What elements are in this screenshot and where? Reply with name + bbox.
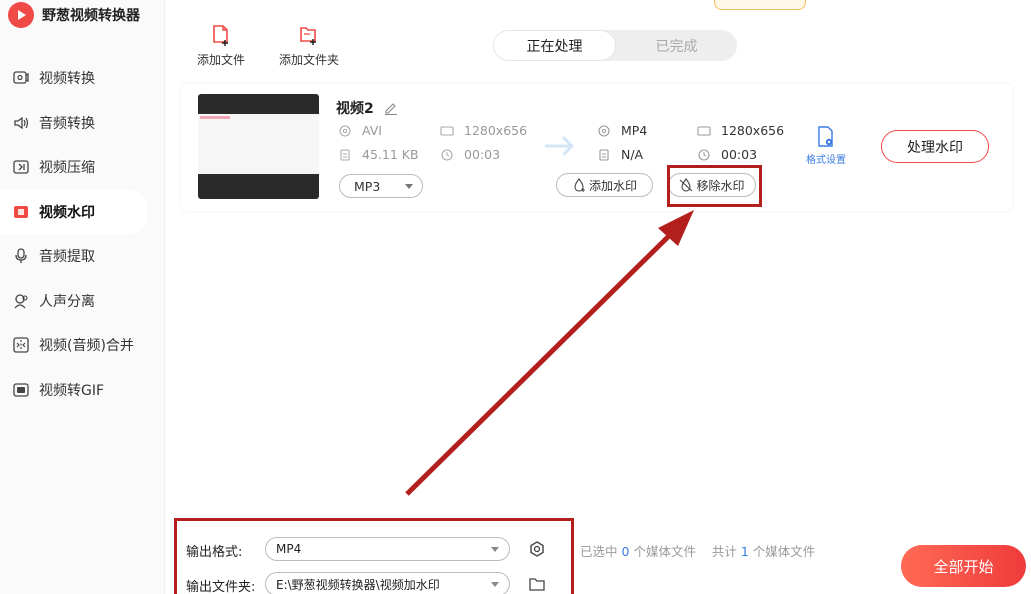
open-folder-button[interactable]	[527, 574, 547, 594]
folder-icon	[529, 578, 545, 591]
tab-completed[interactable]: 已完成	[616, 30, 737, 61]
format-icon	[597, 124, 611, 138]
output-format-label: 输出格式:	[186, 545, 243, 560]
sidebar-item-label: 音频转换	[39, 115, 95, 132]
app-title: 野葱视频转换器	[42, 8, 140, 24]
add-folder-icon	[298, 24, 320, 48]
output-folder-select[interactable]: E:\野葱视频转换器\视频加水印	[265, 572, 510, 594]
process-watermark-button[interactable]: 处理水印	[881, 130, 989, 163]
voice-separate-icon	[12, 292, 30, 310]
gear-icon	[530, 541, 544, 557]
output-settings-button[interactable]	[527, 539, 547, 559]
video-compress-icon	[12, 158, 30, 176]
sidebar-item-video-compress[interactable]: 视频压缩	[0, 145, 165, 190]
sidebar-item-label: 视频压缩	[39, 160, 95, 177]
clock-icon	[440, 148, 454, 162]
sidebar-item-label: 视频水印	[39, 204, 95, 221]
source-format: AVI	[338, 123, 382, 138]
add-folder-label: 添加文件夹	[279, 53, 340, 67]
file-name: 视频2	[336, 98, 398, 118]
format-icon	[338, 124, 352, 138]
add-watermark-icon	[572, 178, 586, 192]
file-size-icon	[338, 148, 352, 162]
output-folder-label: 输出文件夹:	[186, 580, 256, 594]
source-duration: 00:03	[440, 147, 500, 162]
sidebar-item-label: 视频(音频)合并	[39, 338, 134, 355]
sidebar-item-video-watermark[interactable]: 视频水印	[0, 189, 147, 234]
tab-processing[interactable]: 正在处理	[493, 30, 616, 61]
format-settings-button[interactable]: 格式设置	[806, 126, 846, 166]
sidebar-item-gif[interactable]: 视频转GIF	[0, 368, 165, 413]
audio-format-select[interactable]: MP3	[339, 174, 423, 198]
resolution-icon	[440, 124, 454, 138]
sidebar-item-audio-convert[interactable]: 音频转换	[0, 101, 165, 146]
resolution-icon	[697, 124, 711, 138]
video-thumbnail	[198, 94, 319, 199]
target-size: N/A	[597, 147, 643, 162]
clock-icon	[697, 148, 711, 162]
status-tabs: 正在处理 已完成	[493, 30, 737, 61]
vip-button[interactable]	[714, 0, 806, 10]
add-file-button[interactable]: 添加文件	[197, 24, 245, 68]
sidebar: 野葱视频转换器 视频转换 音频转换 视频压缩 视频水印 音频提取 人声分离 视频…	[0, 0, 165, 594]
app-logo-icon	[8, 2, 34, 28]
target-resolution: 1280x656	[697, 123, 784, 138]
chevron-down-icon	[405, 184, 413, 189]
add-file-icon	[210, 24, 232, 48]
output-format-select[interactable]: MP4	[265, 537, 510, 561]
annotation-highlight-box	[667, 165, 762, 207]
sidebar-item-label: 音频提取	[39, 249, 95, 266]
sidebar-item-merge[interactable]: 视频(音频)合并	[0, 323, 165, 368]
merge-icon	[12, 336, 30, 354]
sidebar-item-audio-extract[interactable]: 音频提取	[0, 234, 165, 279]
add-file-label: 添加文件	[197, 53, 246, 67]
sidebar-item-label: 视频转换	[39, 71, 95, 88]
target-duration: 00:03	[697, 147, 757, 162]
source-resolution: 1280x656	[440, 123, 527, 138]
app-header: 野葱视频转换器	[8, 1, 140, 29]
target-format: MP4	[597, 123, 647, 138]
chevron-down-icon	[491, 547, 499, 552]
selection-status: 已选中 0 个媒体文件 共计 1 个媒体文件	[580, 544, 816, 559]
sidebar-item-video-convert[interactable]: 视频转换	[0, 56, 165, 101]
start-all-button[interactable]: 全部开始	[901, 545, 1026, 587]
audio-extract-icon	[12, 247, 30, 265]
format-settings-icon	[816, 126, 836, 151]
chevron-down-icon	[491, 582, 499, 587]
add-folder-button[interactable]: 添加文件夹	[279, 24, 339, 68]
video-watermark-icon	[12, 203, 30, 221]
add-watermark-button[interactable]: 添加水印	[556, 173, 653, 197]
sidebar-item-label: 人声分离	[39, 293, 95, 310]
audio-convert-icon	[12, 114, 30, 132]
video-convert-icon	[12, 69, 30, 87]
edit-name-icon[interactable]	[384, 101, 398, 115]
source-size: 45.11 KB	[338, 147, 419, 162]
file-size-icon	[597, 148, 611, 162]
gif-icon	[12, 381, 30, 399]
sidebar-nav: 视频转换 音频转换 视频压缩 视频水印 音频提取 人声分离 视频(音频)合并 视…	[0, 56, 165, 412]
arrow-right-icon	[544, 133, 577, 163]
sidebar-item-voice-separate[interactable]: 人声分离	[0, 279, 165, 324]
sidebar-item-label: 视频转GIF	[39, 382, 105, 399]
